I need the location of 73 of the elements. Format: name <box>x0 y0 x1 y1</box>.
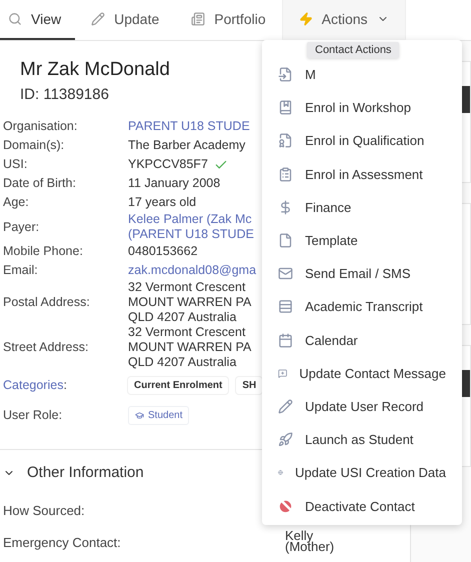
document-icon <box>278 233 293 248</box>
graduation-cap-icon <box>135 411 144 420</box>
field-label: USI: <box>3 156 28 173</box>
pencil-icon <box>278 398 293 414</box>
field-value: YKPCCV85F7 <box>128 157 208 172</box>
field-label: Postal Address: <box>3 294 91 311</box>
menu-item[interactable]: Enrol in Workshop <box>262 91 462 124</box>
rocket-icon <box>278 432 293 448</box>
colon: : <box>63 378 67 392</box>
lightning-icon <box>298 12 313 26</box>
field-value: MOUNT WARREN PA <box>128 340 252 355</box>
field-link[interactable]: PARENT U18 STUDE <box>128 117 250 136</box>
field-label: Mobile Phone: <box>3 243 84 260</box>
menu-item[interactable]: Finance <box>262 190 462 224</box>
file-arrow-icon <box>278 67 293 82</box>
category-tag: Current Enrolment <box>128 376 228 394</box>
menu-item[interactable]: Update USI Creation Data <box>262 456 462 490</box>
tab[interactable]: View <box>0 0 76 40</box>
field-link[interactable]: (PARENT U18 STUDE <box>128 227 254 242</box>
field-label: Date of Birth: <box>3 175 77 192</box>
field-value: 11 January 2008 <box>128 175 220 192</box>
clipboard-icon <box>278 166 293 182</box>
badge-document-icon <box>278 133 293 148</box>
field-link[interactable]: zak.mcdonald08@gma <box>128 261 256 280</box>
calendar-icon <box>278 332 293 348</box>
tab[interactable]: Portfolio <box>175 0 282 40</box>
field-value: QLD 4207 Australia <box>128 355 236 370</box>
field-label: Street Address: <box>3 339 90 356</box>
menu-item[interactable]: Enrol in Assessment <box>262 158 462 191</box>
menu-item[interactable]: Enrol in Qualification <box>262 124 462 158</box>
tab[interactable]: Update <box>75 0 176 40</box>
dollar-icon <box>278 200 293 215</box>
field-value: Kelly <box>285 530 314 541</box>
menu-item[interactable]: Update Contact Message <box>262 356 462 390</box>
field-value: QLD 4207 Australia <box>128 310 236 325</box>
field-label: Emergency Contact: <box>3 534 122 552</box>
menu-item[interactable]: Launch as Student <box>262 423 462 456</box>
field-value: (Mother) <box>285 541 334 552</box>
field-label: Age: <box>3 194 30 211</box>
field-label: Domain(s): <box>3 137 66 154</box>
tooltip: Contact Actions <box>307 42 400 58</box>
mail-icon <box>278 266 293 282</box>
newspaper-icon <box>191 12 206 26</box>
field-label: Organisation: <box>3 118 78 135</box>
role-tag: Student <box>128 406 190 425</box>
field-link[interactable]: Kelee Palmer (Zak Mc <box>128 212 252 227</box>
stop-icon <box>278 498 293 514</box>
field-label: Email: <box>3 262 39 279</box>
field-value: 17 years old <box>128 194 196 211</box>
contact-name: Mr Zak McDonald <box>20 59 170 81</box>
book-icon <box>278 100 293 116</box>
menu-item[interactable]: Send Email / SMS <box>262 257 462 290</box>
field-value: 32 Vermont Crescent <box>128 325 246 340</box>
field-value: MOUNT WARREN PA <box>128 295 252 310</box>
field-label: Payer: <box>3 218 40 236</box>
field-value: The Barber Academy <box>128 137 246 154</box>
category-tag: SH <box>236 376 262 394</box>
menu-item[interactable]: Calendar <box>262 324 462 357</box>
field-label: User Role: <box>3 407 64 424</box>
menu-item[interactable]: Deactivate Contact <box>262 489 462 523</box>
pencil-icon <box>91 12 106 26</box>
list-icon <box>278 299 293 314</box>
field-value: 32 Vermont Crescent <box>128 280 246 295</box>
contact-id: ID: 11389186 <box>20 86 109 103</box>
menu-item[interactable]: Template <box>262 224 462 258</box>
menu-item[interactable]: Update User Record <box>262 390 462 424</box>
field-value: 0480153662 <box>128 243 198 260</box>
search-icon <box>8 12 22 26</box>
tab[interactable]: Actions <box>282 0 406 40</box>
field-label: How Sourced: <box>3 502 86 520</box>
categories-link[interactable]: Categories <box>3 378 64 392</box>
menu-item[interactable]: Academic Transcript <box>262 290 462 324</box>
menu-item[interactable]: M <box>262 58 462 92</box>
